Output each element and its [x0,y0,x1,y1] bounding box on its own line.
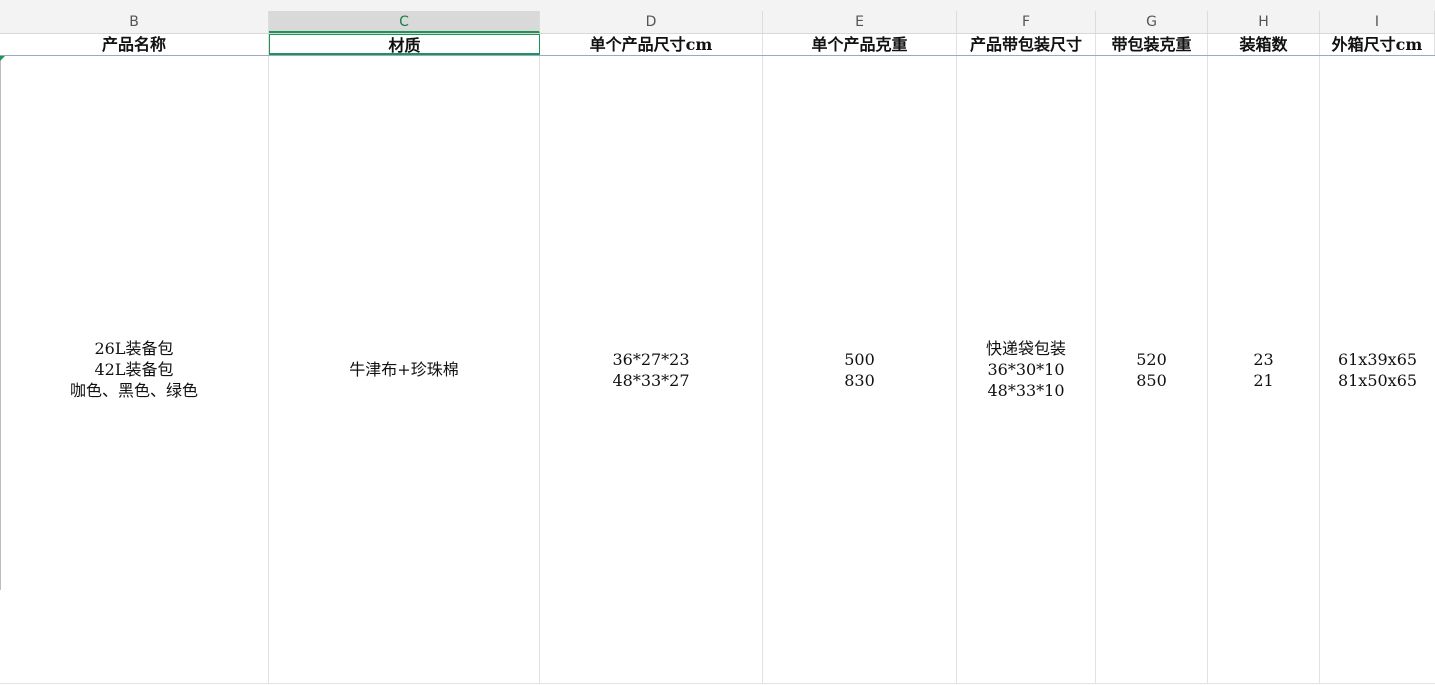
header-cell-product-weight[interactable]: 单个产品克重 [763,34,957,55]
column-header-d[interactable]: D [540,11,763,33]
column-header-h[interactable]: H [1208,11,1320,33]
column-header-e[interactable]: E [763,11,957,33]
cell-line: 48*33*27 [612,370,690,390]
cell-carton-qty[interactable]: 23 21 [1208,56,1320,683]
column-header-c[interactable]: C [269,11,540,33]
spreadsheet[interactable]: B C D E F G H I 产品名称 材质 单个产品尺寸cm 单个产品克重 … [0,0,1435,685]
cell-line: 520 [1136,349,1167,369]
column-header-g[interactable]: G [1096,11,1208,33]
cell-line: 23 [1253,349,1274,369]
cell-material[interactable]: 牛津布+珍珠棉 [269,56,540,683]
cell-line: 42L装备包 [94,360,174,379]
cell-product-weight[interactable]: 500 830 [763,56,957,683]
header-cell-package-size[interactable]: 产品带包装尺寸 [957,34,1096,55]
cell-product-name[interactable]: 26L装备包 42L装备包 咖色、黑色、绿色 [0,56,269,683]
cell-line: 830 [844,370,875,390]
cell-carton-size[interactable]: 61x39x65 81x50x65 [1320,56,1435,683]
cell-line: 26L装备包 [94,339,174,358]
toolbar-edge [0,0,1435,11]
cell-line: 48*33*10 [987,381,1065,400]
cell-line: 21 [1253,370,1274,390]
cell-line: 咖色、黑色、绿色 [69,381,198,400]
cell-line: 81x50x65 [1337,370,1418,390]
header-cell-carton-size[interactable]: 外箱尺寸cm [1320,34,1435,55]
header-cell-package-weight[interactable]: 带包装克重 [1096,34,1208,55]
table-header-row: 产品名称 材质 单个产品尺寸cm 单个产品克重 产品带包装尺寸 带包装克重 装箱… [0,34,1435,56]
header-cell-material[interactable]: 材质 [269,34,540,55]
cell-line: 500 [844,349,875,369]
header-cell-product-name[interactable]: 产品名称 [0,34,269,55]
cell-line: 快递袋包装 [985,339,1066,358]
header-cell-carton-qty[interactable]: 装箱数 [1208,34,1320,55]
row-header-edge [0,56,1,590]
cell-package-size[interactable]: 快递袋包装 36*30*10 48*33*10 [957,56,1096,683]
column-header-b[interactable]: B [0,11,269,33]
cell-package-weight[interactable]: 520 850 [1096,56,1208,683]
column-header-f[interactable]: F [957,11,1096,33]
cell-line: 36*27*23 [612,349,690,369]
column-header-i[interactable]: I [1320,11,1435,33]
table-row: 26L装备包 42L装备包 咖色、黑色、绿色 牛津布+珍珠棉 36*27*23 … [0,56,1435,684]
cell-line: 牛津布+珍珠棉 [349,360,459,379]
cell-line: 61x39x65 [1337,349,1418,369]
header-cell-product-size[interactable]: 单个产品尺寸cm [540,34,763,55]
cell-indicator-icon [0,56,5,61]
cell-line: 850 [1136,370,1167,390]
column-header-bar: B C D E F G H I [0,11,1435,34]
cell-line: 36*30*10 [987,360,1065,379]
cell-product-size[interactable]: 36*27*23 48*33*27 [540,56,763,683]
